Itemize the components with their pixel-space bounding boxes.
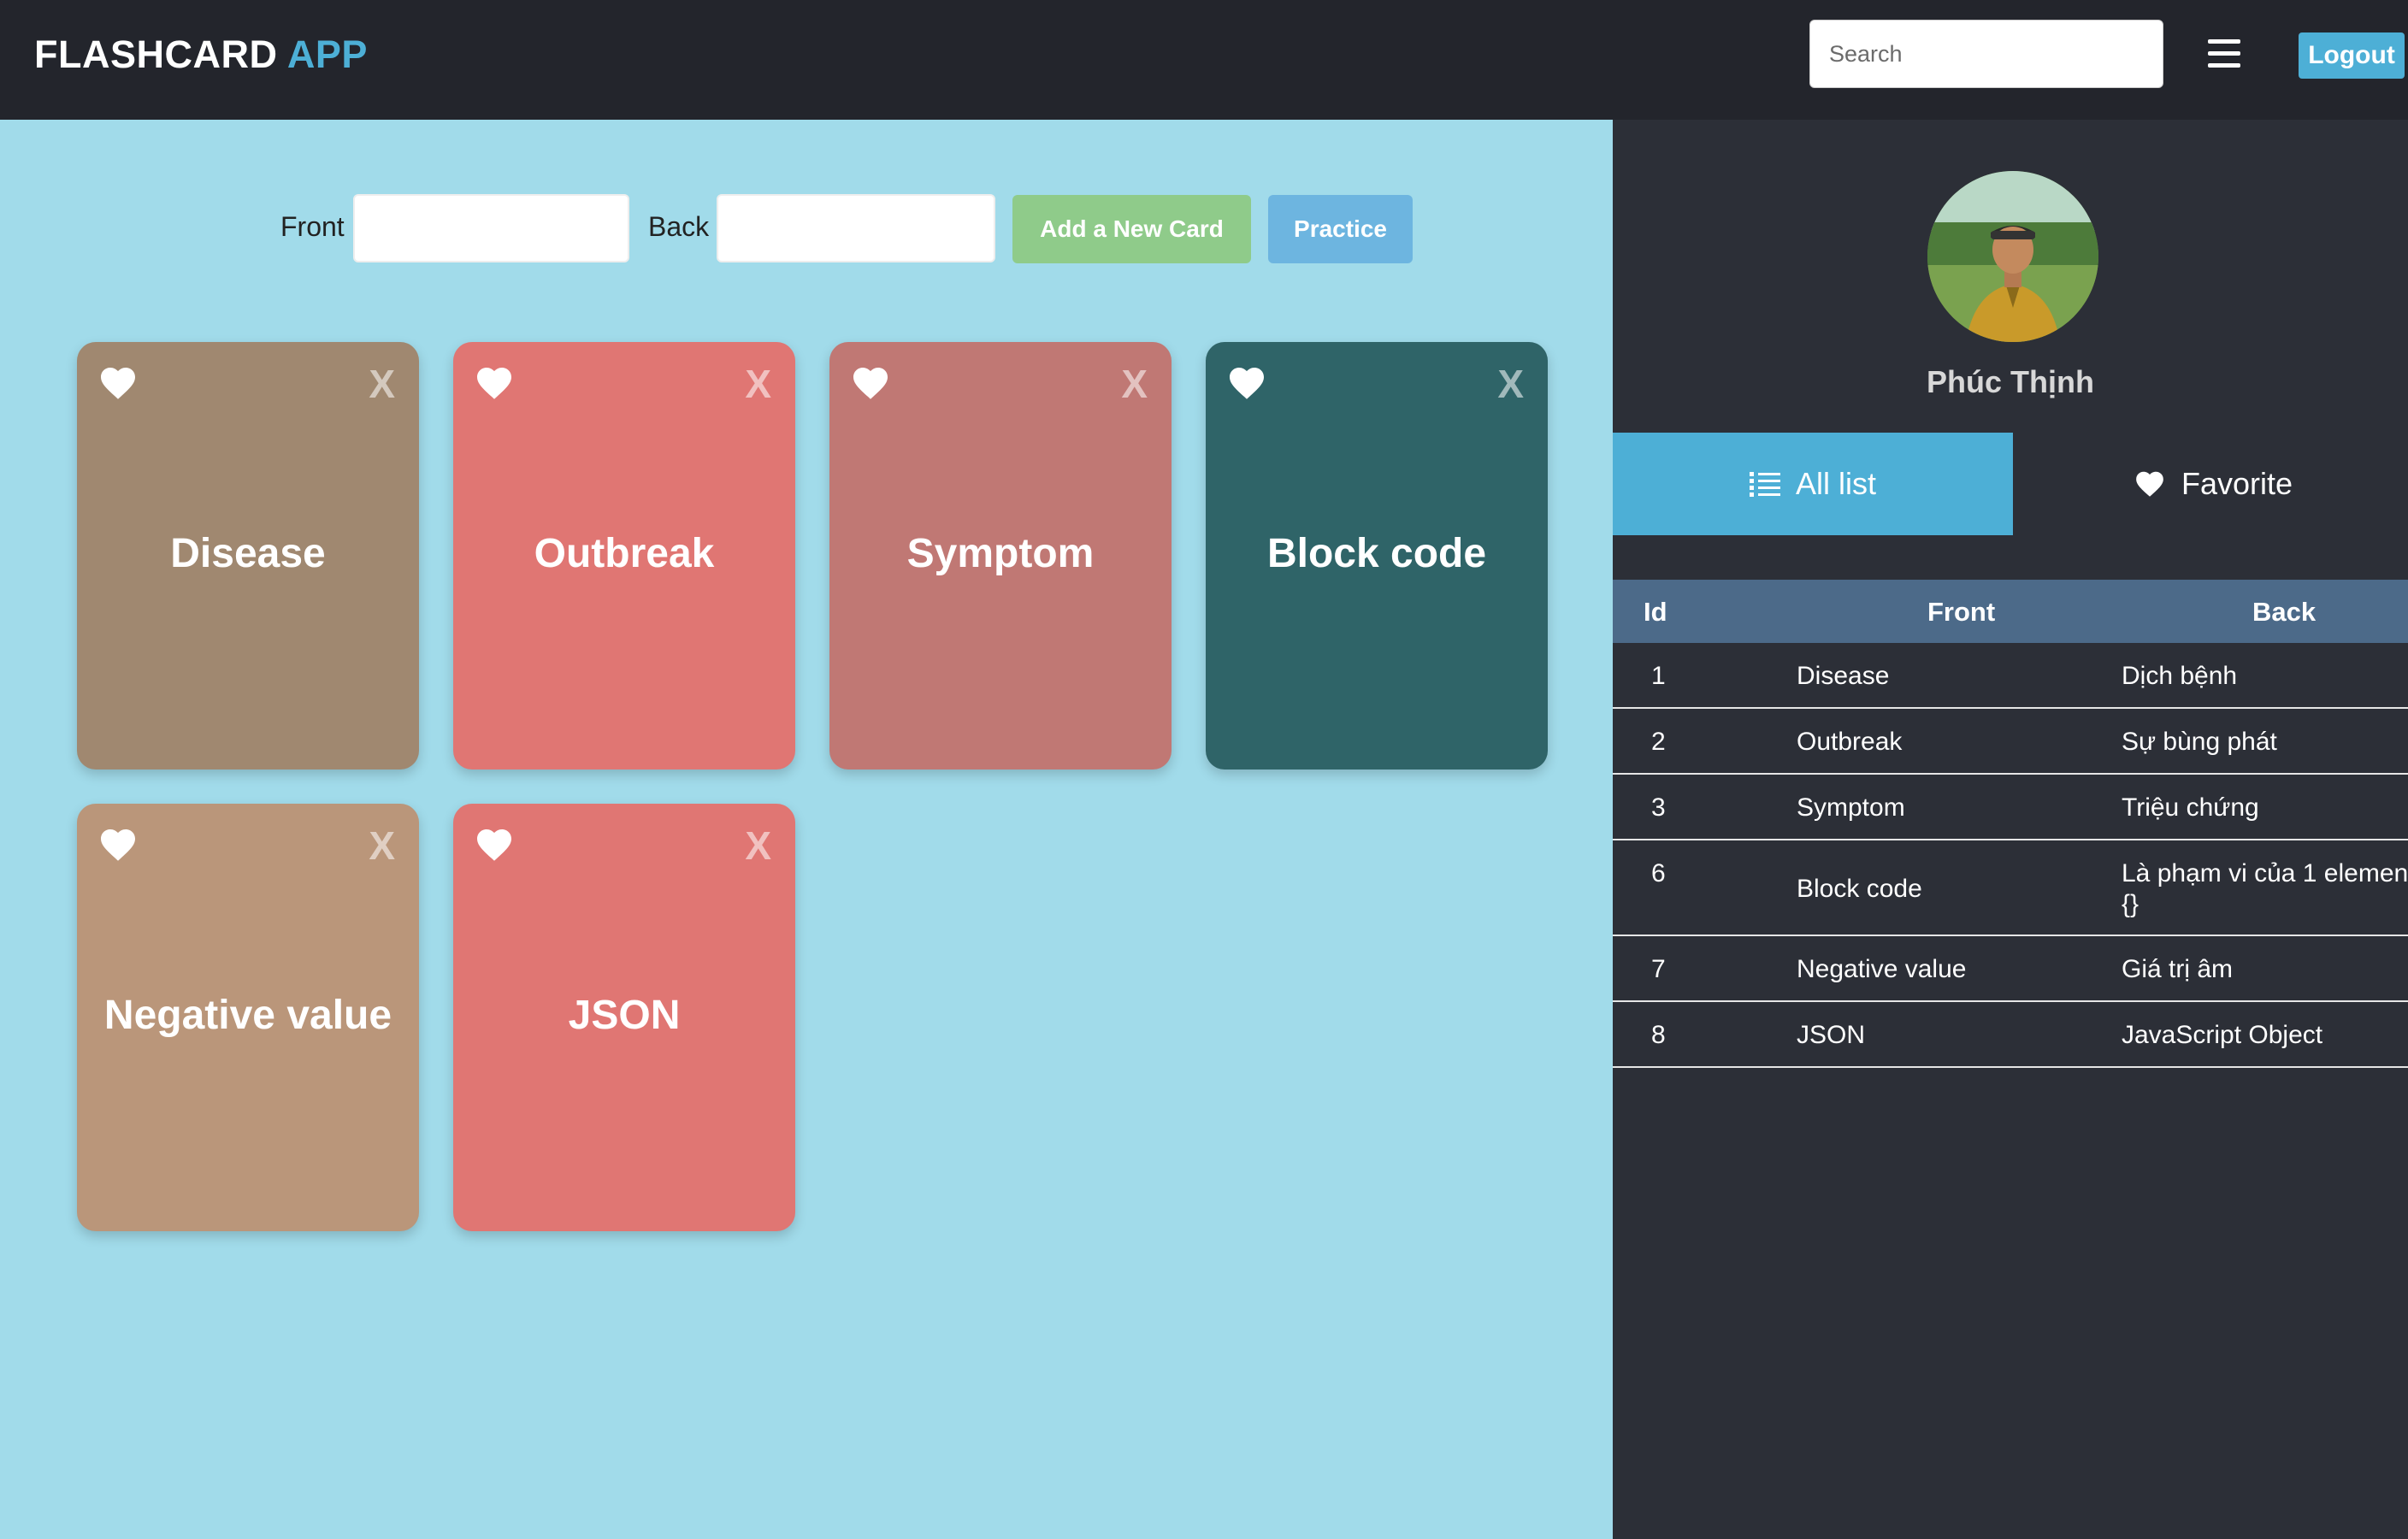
practice-button[interactable]: Practice: [1268, 195, 1413, 263]
back-label: Back: [648, 211, 710, 242]
flashcard[interactable]: X Block code: [1206, 342, 1548, 770]
heart-icon[interactable]: [474, 824, 515, 865]
table-row[interactable]: 2 Outbreak Sự bùng phát: [1613, 709, 2408, 775]
cell-id: 1: [1651, 662, 1666, 690]
brand-accent: APP: [286, 32, 368, 76]
delete-card-button[interactable]: X: [369, 361, 395, 407]
cell-id: 2: [1651, 728, 1666, 756]
cell-front: Disease: [1797, 662, 1890, 690]
cell-back: Dịch bệnh: [2122, 662, 2238, 690]
table-row[interactable]: 7 Negative value Giá trị âm: [1613, 936, 2408, 1002]
front-input[interactable]: [353, 194, 629, 262]
flashcard[interactable]: X Outbreak: [453, 342, 795, 770]
heart-icon[interactable]: [97, 824, 139, 865]
avatar: [1927, 171, 2098, 342]
sidebar: Phúc Thịnh All list Favorite Id Front Ba…: [1613, 120, 2408, 1539]
cell-back: Giá trị âm: [2122, 955, 2234, 983]
card-word: Outbreak: [534, 531, 715, 576]
table-header: Id Front Back: [1613, 580, 2408, 643]
column-header-back: Back: [2252, 597, 2317, 627]
cell-back: Sự bùng phát: [2122, 728, 2277, 756]
flashcard[interactable]: X JSON: [453, 804, 795, 1231]
top-nav: FLASHCARD APP Logout: [0, 0, 2408, 120]
heart-icon: [2136, 471, 2163, 497]
flashcard[interactable]: X Disease: [77, 342, 419, 770]
brand-main: FLASHCARD: [34, 32, 278, 76]
back-input[interactable]: [717, 194, 995, 262]
cell-id: 6: [1651, 859, 1666, 887]
cell-id: 7: [1651, 955, 1666, 983]
cell-back-line2: {}: [2122, 890, 2139, 918]
cell-front: JSON: [1797, 1021, 1866, 1049]
cell-back: JavaScript Object: [2122, 1021, 2323, 1049]
delete-card-button[interactable]: X: [369, 823, 395, 869]
column-header-id: Id: [1644, 597, 1667, 627]
delete-card-button[interactable]: X: [1121, 361, 1148, 407]
card-word: Disease: [170, 531, 326, 576]
table-row[interactable]: 3 Symptom Triệu chứng: [1613, 775, 2408, 840]
search-input[interactable]: [1809, 20, 2163, 88]
card-word: Block code: [1266, 531, 1487, 576]
flashcard[interactable]: X Symptom: [829, 342, 1172, 770]
username: Phúc Thịnh: [1927, 364, 2094, 399]
tab-all-list[interactable]: All list: [1613, 433, 2013, 535]
cell-back: Là phạm vi của 1 elemen: [2122, 859, 2408, 887]
table-row[interactable]: 6 Block code Là phạm vi của 1 elemen {}: [1613, 840, 2408, 936]
cell-id: 3: [1651, 793, 1666, 822]
cell-front: Negative value: [1797, 955, 1967, 983]
cell-back: Triệu chứng: [2122, 793, 2259, 822]
column-header-front: Front: [1927, 597, 1996, 627]
front-label: Front: [280, 211, 345, 242]
table-row[interactable]: 8 JSON JavaScript Object: [1613, 1002, 2408, 1068]
flashcard[interactable]: X Negative value: [77, 804, 419, 1231]
delete-card-button[interactable]: X: [745, 361, 771, 407]
delete-card-button[interactable]: X: [1497, 361, 1524, 407]
heart-icon[interactable]: [97, 363, 139, 404]
cell-front: Outbreak: [1797, 728, 1903, 756]
heart-icon[interactable]: [474, 363, 515, 404]
card-word: JSON: [568, 993, 681, 1038]
add-card-button[interactable]: Add a New Card: [1012, 195, 1251, 263]
heart-icon[interactable]: [1226, 363, 1267, 404]
tab-label: All list: [1795, 466, 1876, 501]
list-icon: [1749, 472, 1780, 497]
heart-icon[interactable]: [850, 363, 891, 404]
card-word: Symptom: [906, 531, 1095, 576]
cell-id: 8: [1651, 1021, 1666, 1049]
app-logo: FLASHCARD APP: [34, 32, 368, 77]
tab-favorite[interactable]: Favorite: [2013, 433, 2408, 535]
cell-front: Symptom: [1797, 793, 1905, 822]
cell-front: Block code: [1797, 875, 1922, 903]
card-word: Negative value: [103, 993, 392, 1038]
delete-card-button[interactable]: X: [745, 823, 771, 869]
tab-label: Favorite: [2181, 466, 2293, 501]
logout-button[interactable]: Logout: [2299, 32, 2405, 79]
hamburger-icon[interactable]: [2208, 39, 2240, 68]
table-row[interactable]: 1 Disease Dịch bệnh: [1613, 643, 2408, 709]
